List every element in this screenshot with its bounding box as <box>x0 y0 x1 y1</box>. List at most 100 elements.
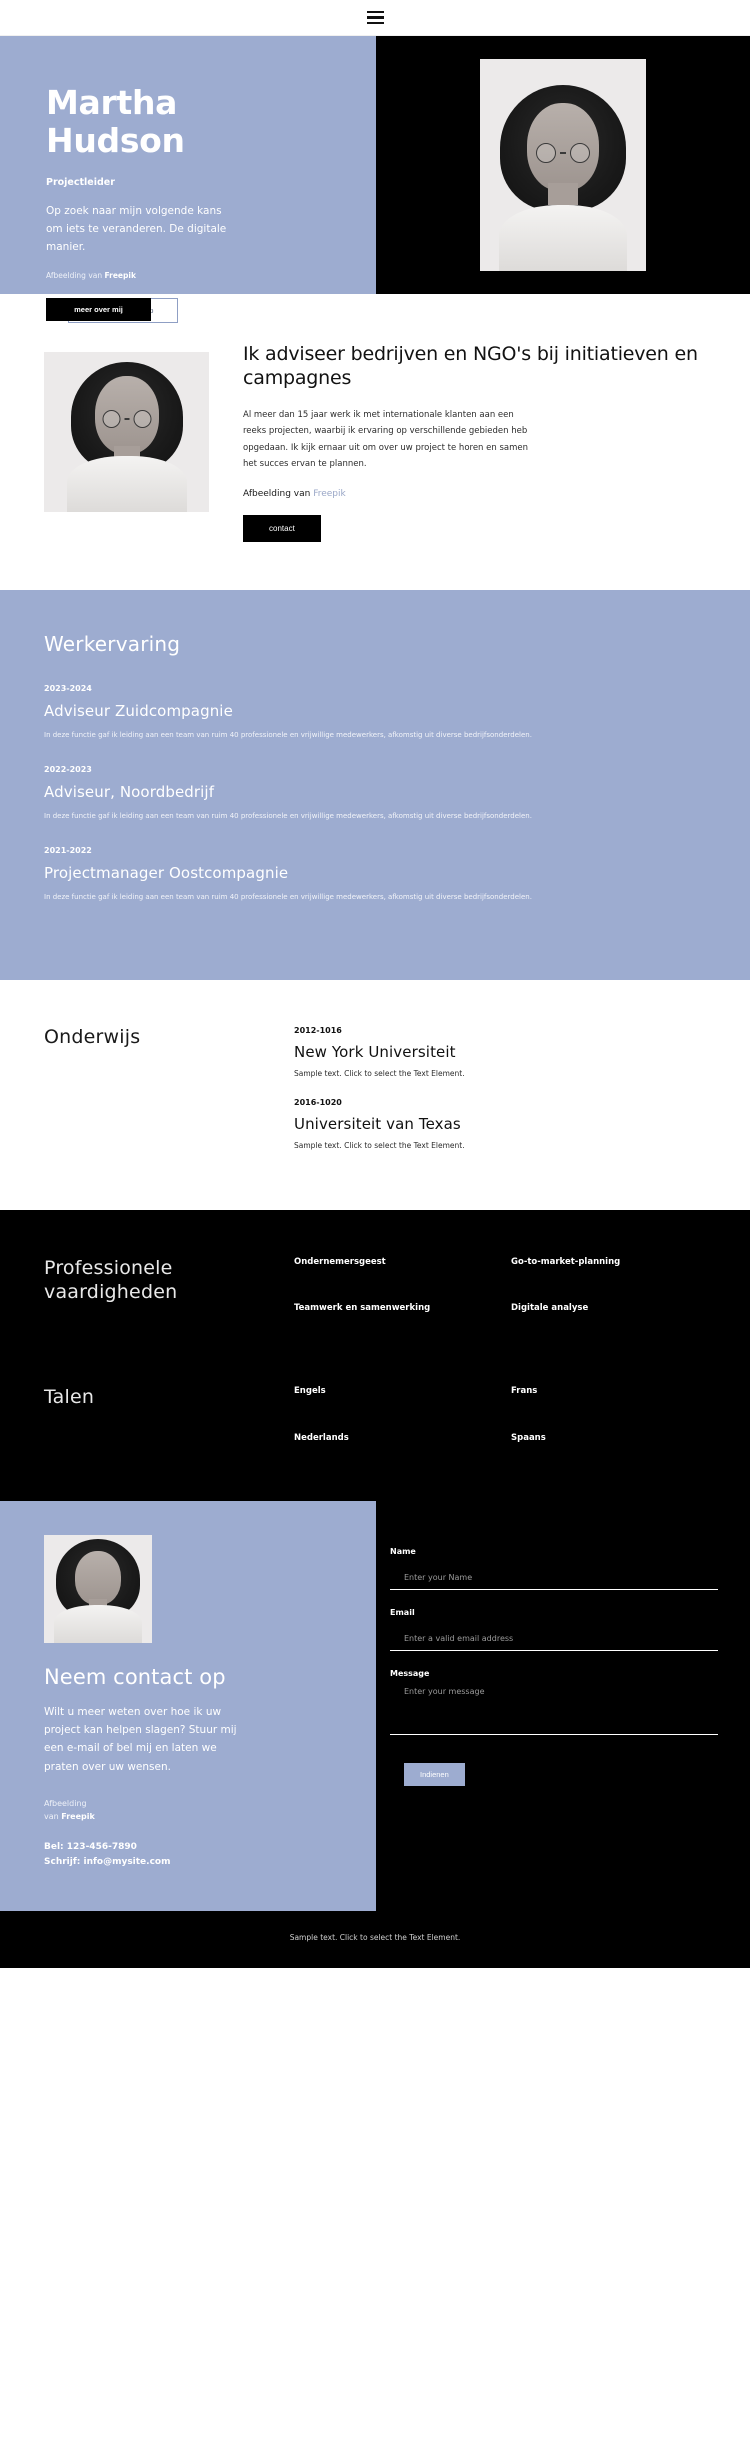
hero-image-credit: Afbeelding van Freepik <box>46 271 332 280</box>
head-shape <box>75 1550 121 1605</box>
education-school: Universiteit van Texas <box>294 1114 461 1133</box>
about-heading: Ik adviseer bedrijven en NGO's bij initi… <box>243 343 698 390</box>
job-date: 2023-2024 <box>44 683 92 693</box>
glasses-bridge <box>560 152 566 154</box>
contact-form-panel: Name Email Message Indienen <box>376 1500 750 1912</box>
message-field-group: Message <box>390 1669 718 1739</box>
education-entry: 2012-1016 New York Universiteit Sample t… <box>294 1026 706 1078</box>
skills-heading-line-2: vaardigheden <box>44 1281 178 1304</box>
contact-credit-line-1: Afbeelding <box>44 1799 87 1809</box>
contact-description: Wilt u meer weten over hoe ik uw project… <box>44 1705 237 1773</box>
more-about-me-button[interactable]: meer over mij <box>46 297 151 321</box>
education-date: 2012-1016 <box>294 1025 342 1035</box>
submit-button[interactable]: Indienen <box>404 1762 465 1786</box>
work-heading: Werkervaring <box>44 631 181 656</box>
shirt-shape <box>499 205 627 271</box>
resume-page: Martha Hudson Projectleider Op zoek naar… <box>0 0 750 1969</box>
job-description: In deze functie gaf ik leiding aan een t… <box>44 730 532 739</box>
glasses-bridge <box>124 418 129 420</box>
about-content: Ik adviseer bedrijven en NGO's bij initi… <box>243 336 706 542</box>
hero-credit-prefix: Afbeelding van <box>46 270 105 280</box>
contact-button[interactable]: contact <box>243 514 321 542</box>
footer: Sample text. Click to select the Text El… <box>0 1911 750 1969</box>
contact-section: Neem contact op Wilt u meer weten over h… <box>0 1500 750 1912</box>
languages-row: Talen Engels Frans Nederlands Spaans <box>44 1385 706 1445</box>
skills-languages-section: Professionele vaardigheden Ondernemersge… <box>0 1209 750 1501</box>
languages-grid: Engels Frans Nederlands Spaans <box>294 1385 706 1445</box>
contact-image-credit: Afbeelding van Freepik <box>44 1798 332 1824</box>
hero-title-line-2: Hudson <box>46 121 185 161</box>
job-description: In deze functie gaf ik leiding aan een t… <box>44 893 532 902</box>
page-title: Martha Hudson <box>46 83 332 161</box>
hero-subtitle: Projectleider <box>46 176 115 188</box>
work-experience-section: Werkervaring 2023-2024 Adviseur Zuidcomp… <box>0 589 750 980</box>
burger-line <box>366 21 384 25</box>
language-item: Frans <box>511 1386 538 1397</box>
shirt-shape <box>54 1604 142 1643</box>
language-item: Spaans <box>511 1432 546 1443</box>
languages-heading-wrap: Talen <box>44 1385 294 1445</box>
language-item: Engels <box>294 1386 326 1397</box>
contact-credit-prefix: van <box>44 1811 62 1821</box>
contact-phone[interactable]: Bel: 123-456-7890 <box>44 1840 332 1856</box>
skills-heading: Professionele vaardigheden <box>44 1256 294 1305</box>
job-title: Adviseur, Noordbedrijf <box>44 783 215 802</box>
hero-content: Martha Hudson Projectleider Op zoek naar… <box>0 36 376 323</box>
skill-item: Go-to-market-planning <box>511 1256 621 1267</box>
contact-portrait-image <box>44 1534 152 1643</box>
skill-item: Digitale analyse <box>511 1303 589 1314</box>
email-label: Email <box>390 1607 415 1617</box>
lens-left <box>102 410 120 428</box>
education-note: Sample text. Click to select the Text El… <box>294 1140 465 1150</box>
job-entry: 2022-2023 Adviseur, Noordbedrijf In deze… <box>44 765 706 822</box>
portrait-illustration <box>480 59 646 271</box>
name-input[interactable] <box>390 1572 718 1590</box>
glasses-icon <box>536 143 590 163</box>
shirt-shape <box>66 456 187 512</box>
contact-email[interactable]: Schrijf: info@mysite.com <box>44 1855 332 1871</box>
education-date: 2016-1020 <box>294 1097 342 1107</box>
job-date: 2021-2022 <box>44 846 92 856</box>
message-input[interactable] <box>390 1686 718 1735</box>
burger-line <box>366 16 384 19</box>
hero-description: Op zoek naar mijn volgende kans om iets … <box>46 204 227 254</box>
message-label: Message <box>390 1668 430 1678</box>
about-section: Ik adviseer bedrijven en NGO's bij initi… <box>0 294 750 590</box>
education-entry: 2016-1020 Universiteit van Texas Sample … <box>294 1098 706 1150</box>
about-image-wrap <box>44 336 209 542</box>
job-title: Projectmanager Oostcompagnie <box>44 864 289 883</box>
job-description: In deze functie gaf ik leiding aan een t… <box>44 812 532 821</box>
burger-line <box>366 10 384 14</box>
about-paragraph: Al meer dan 15 jaar werk ik met internat… <box>243 409 528 470</box>
portrait-illustration <box>44 352 209 512</box>
hero-credit-source: Freepik <box>104 270 136 280</box>
education-note: Sample text. Click to select the Text El… <box>294 1068 465 1078</box>
education-school: New York Universiteit <box>294 1042 456 1061</box>
freepik-link[interactable]: Freepik <box>313 489 346 499</box>
skills-heading-line-1: Professionele <box>44 1256 173 1279</box>
contact-heading: Neem contact op <box>44 1664 226 1689</box>
email-input[interactable] <box>390 1633 718 1651</box>
skill-item: Teamwerk en samenwerking <box>294 1303 431 1314</box>
languages-heading: Talen <box>44 1386 95 1409</box>
hero-section: Martha Hudson Projectleider Op zoek naar… <box>0 36 750 323</box>
language-item: Nederlands <box>294 1432 349 1443</box>
education-heading-wrap: Onderwijs <box>44 1026 294 1170</box>
skills-grid: Ondernemersgeest Go-to-market-planning T… <box>294 1256 706 1316</box>
footer-text: Sample text. Click to select the Text El… <box>289 1933 461 1943</box>
navbar <box>0 0 750 36</box>
hamburger-menu-icon[interactable] <box>366 10 384 25</box>
contact-details: Bel: 123-456-7890 Schrijf: info@mysite.c… <box>44 1840 332 1872</box>
hero-image-panel <box>376 36 750 294</box>
about-credit-prefix: Afbeelding van <box>243 488 314 499</box>
job-entry: 2021-2022 Projectmanager Oostcompagnie I… <box>44 846 706 903</box>
skills-row: Professionele vaardigheden Ondernemersge… <box>44 1256 706 1316</box>
about-portrait-image <box>44 352 209 512</box>
glasses-icon <box>102 410 151 428</box>
lens-right <box>133 410 151 428</box>
contact-credit-source: Freepik <box>61 1811 95 1821</box>
lens-left <box>536 143 556 163</box>
job-title: Adviseur Zuidcompagnie <box>44 701 233 720</box>
lens-right <box>570 143 590 163</box>
name-label: Name <box>390 1546 416 1556</box>
